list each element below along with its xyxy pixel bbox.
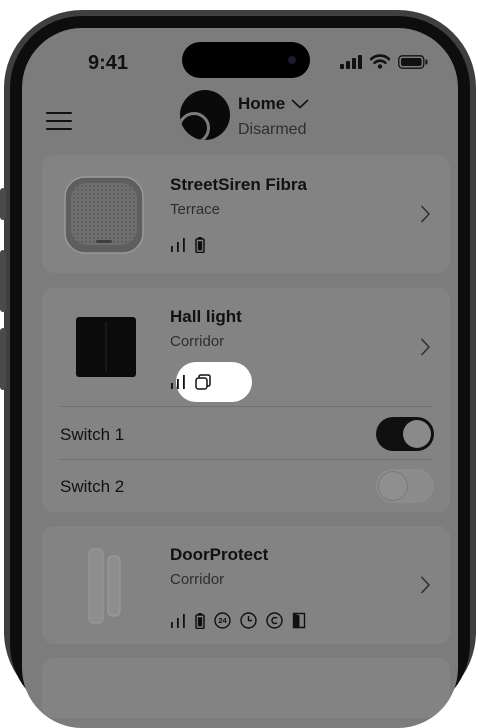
- volume-down-button: [0, 328, 6, 390]
- device-name: DoorProtect: [170, 545, 269, 564]
- chevron-down-icon: [291, 99, 309, 109]
- status-icons: [340, 54, 428, 69]
- two-gang-icon: [195, 374, 211, 390]
- device-status-icons: [170, 237, 205, 253]
- device-card-partial[interactable]: [42, 658, 450, 718]
- battery-status-icon: [398, 54, 428, 69]
- chevron-right-icon: [420, 338, 430, 356]
- action-button: [0, 188, 6, 220]
- switch-label: Switch 1: [60, 425, 125, 444]
- hub-status: Disarmed: [238, 121, 307, 138]
- cellular-signal-icon: [340, 54, 362, 69]
- divider: [60, 406, 432, 407]
- device-room: Terrace: [170, 201, 221, 218]
- dynamic-island: [182, 42, 310, 78]
- device-card-streetsiren[interactable]: StreetSiren Fibra Terrace: [42, 155, 450, 273]
- chevron-right-icon: [420, 576, 430, 594]
- siren-device-image: [64, 176, 144, 254]
- wifi-icon: [370, 54, 390, 69]
- chime-icon: [266, 612, 283, 629]
- divider: [60, 459, 432, 460]
- 24h-zone-icon: 24: [214, 612, 231, 629]
- light-switch-image: [76, 317, 136, 377]
- volume-up-button: [0, 250, 6, 312]
- device-name: StreetSiren Fibra: [170, 175, 307, 194]
- device-card-hall-light[interactable]: Hall light Corridor Switch 1 Switch 2: [42, 288, 450, 512]
- screen: 9:41 Home Disarmed StreetSiren Fibra Ter…: [22, 28, 458, 728]
- hub-avatar[interactable]: [180, 90, 230, 140]
- signal-icon: [171, 613, 185, 628]
- device-name: Hall light: [170, 307, 242, 326]
- delay-icon: [240, 612, 257, 629]
- device-status-icons: 24: [170, 612, 306, 629]
- hub-selector[interactable]: Home: [238, 94, 309, 114]
- hub-name: Home: [238, 94, 286, 113]
- battery-icon: [195, 612, 205, 629]
- chevron-right-icon: [420, 205, 430, 223]
- device-status-icons: [170, 374, 211, 390]
- device-room: Corridor: [170, 571, 225, 588]
- switch-1-toggle[interactable]: [376, 417, 434, 451]
- door-sensor-image: [88, 548, 124, 624]
- status-time: 9:41: [88, 52, 129, 74]
- device-room: Corridor: [170, 333, 225, 350]
- switch-2-toggle[interactable]: [376, 469, 434, 503]
- signal-icon: [171, 375, 185, 389]
- signal-icon: [171, 238, 185, 252]
- switch-label: Switch 2: [60, 477, 125, 496]
- door-icon: [292, 612, 306, 629]
- battery-icon: [195, 237, 205, 253]
- device-card-doorprotect[interactable]: DoorProtect Corridor 24: [42, 526, 450, 644]
- hamburger-menu-icon[interactable]: [46, 112, 72, 130]
- svg-text:24: 24: [218, 616, 227, 625]
